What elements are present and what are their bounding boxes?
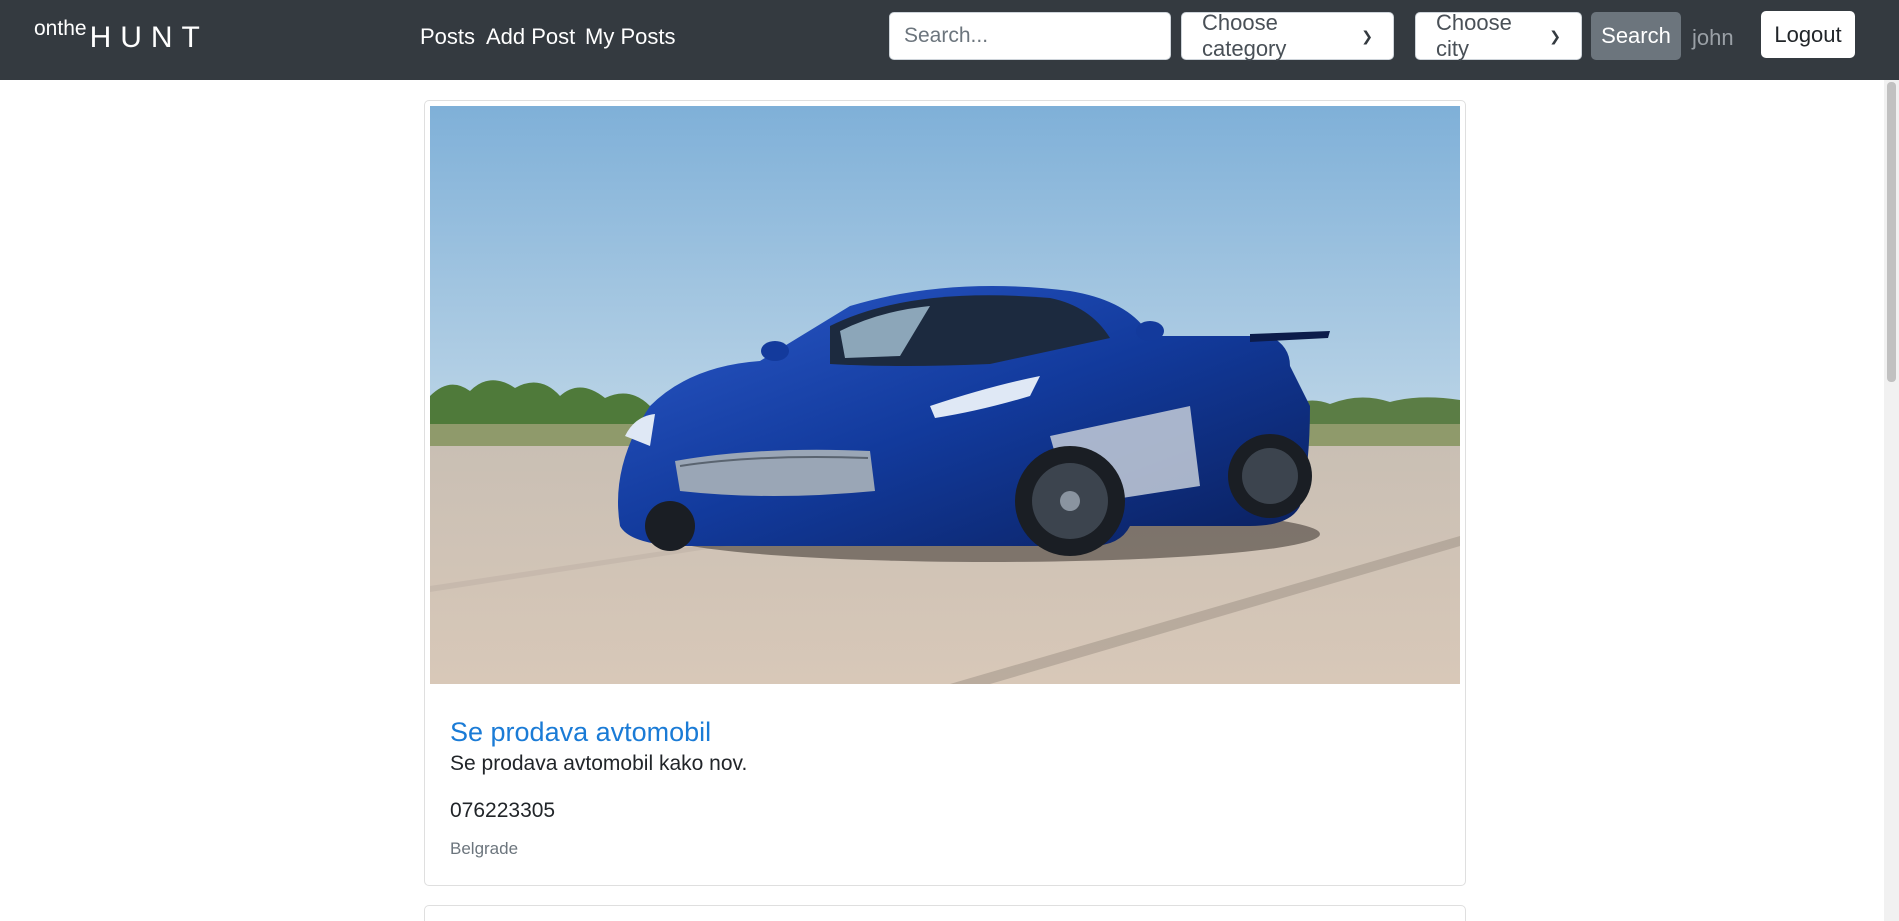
post-image[interactable] xyxy=(430,106,1460,684)
username-label: john xyxy=(1692,25,1734,50)
scrollbar-thumb[interactable] xyxy=(1887,82,1896,382)
post-phone: 076223305 xyxy=(450,799,556,822)
post-card xyxy=(424,905,1466,921)
city-select[interactable]: Choose city ❯ xyxy=(1415,10,1582,61)
category-select[interactable]: Choose category ❯ xyxy=(1181,10,1394,61)
search-input[interactable] xyxy=(889,12,1171,60)
category-select-label: Choose category xyxy=(1202,10,1287,61)
post-description: Se prodava avtomobil kako nov. xyxy=(450,752,748,775)
search-button[interactable]: Search xyxy=(1591,12,1681,60)
logout-button[interactable]: Logout xyxy=(1761,11,1855,58)
post-city: Belgrade xyxy=(450,839,519,858)
city-select-label: Choose city xyxy=(1436,10,1512,61)
scrollbar[interactable] xyxy=(1884,80,1899,921)
navbar: ontheHUNT Posts Add Post My Posts Choose… xyxy=(0,0,1899,80)
nav-my-posts-link[interactable]: My Posts xyxy=(585,24,675,50)
chevron-down-icon: ❯ xyxy=(1361,27,1373,44)
nav-posts-link[interactable]: Posts xyxy=(420,24,475,50)
brand-logo[interactable]: onthe HUNT xyxy=(34,16,209,54)
brand-big-text: HUNT xyxy=(89,21,209,54)
post-card: Se prodava avtomobil Se prodava avtomobi… xyxy=(424,100,1466,886)
nav-add-post-link[interactable]: Add Post xyxy=(486,24,575,50)
post-title-link[interactable]: Se prodava avtomobil xyxy=(450,717,711,748)
chevron-down-icon: ❯ xyxy=(1549,27,1561,44)
brand-small-text: onthe xyxy=(34,17,87,40)
